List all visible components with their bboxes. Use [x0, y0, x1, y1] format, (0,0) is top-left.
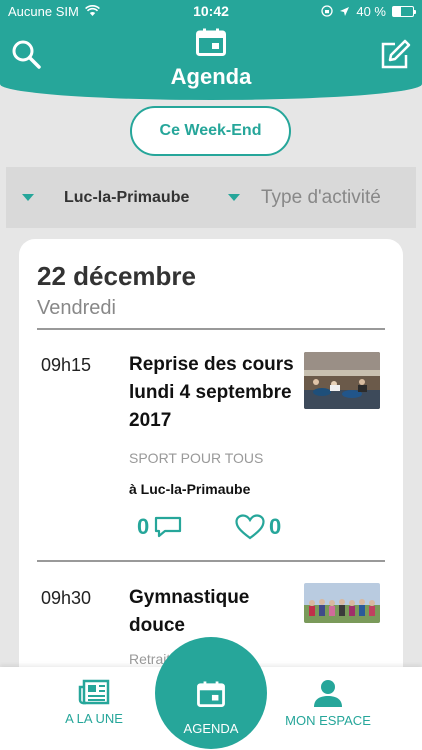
- activity-type-placeholder: Type d'activité: [261, 186, 381, 208]
- calendar-icon: [197, 681, 225, 707]
- event-time: 09h15: [41, 355, 92, 375]
- location-arrow-icon: [340, 6, 350, 16]
- status-bar: Aucune SIM 10:42 40 %: [0, 0, 422, 22]
- rotation-lock-icon: [321, 5, 334, 17]
- filter-bar: Luc-la-Primaube Type d'activité: [6, 167, 416, 228]
- event-thumbnail: [304, 352, 380, 409]
- nav-tab-agenda[interactable]: AGENDA: [155, 637, 267, 749]
- nav-tab-news[interactable]: A LA UNE: [56, 667, 132, 750]
- event-title: Reprise des cours lundi 4 septembre 2017: [129, 354, 294, 431]
- nav-label-news: A LA UNE: [65, 711, 123, 726]
- newspaper-icon: [78, 679, 110, 705]
- activity-type-filter[interactable]: Type d'activité: [228, 167, 381, 228]
- battery-level: [393, 6, 401, 16]
- like-counter[interactable]: 0: [235, 514, 281, 540]
- comment-icon: [155, 516, 182, 538]
- page-title: Agenda: [170, 64, 252, 89]
- carrier-label: Aucune SIM: [8, 3, 79, 19]
- edit-icon: [381, 39, 411, 69]
- battery-icon: [392, 5, 416, 17]
- event-location: à Luc-la-Primaube: [129, 481, 251, 497]
- divider: [37, 328, 385, 330]
- comment-count: 0: [137, 514, 150, 539]
- event-title: Gymnastique douce: [129, 587, 250, 636]
- divider: [37, 560, 385, 562]
- nav-label-agenda: AGENDA: [183, 721, 239, 736]
- event-time: 09h30: [41, 588, 92, 608]
- day-date: 22 décembre: [37, 261, 196, 291]
- event-thumbnail: [304, 583, 380, 623]
- status-left: Aucune SIM: [8, 4, 100, 19]
- header: Agenda: [0, 22, 422, 100]
- user-icon: [314, 680, 342, 707]
- weekend-filter-button[interactable]: Ce Week-End: [130, 106, 291, 156]
- location-filter-label: Luc-la-Primaube: [64, 188, 190, 206]
- nav-label-account: MON ESPACE: [285, 713, 371, 728]
- location-filter[interactable]: Luc-la-Primaube: [22, 167, 189, 228]
- wifi-icon: [84, 5, 100, 16]
- like-count: 0: [269, 514, 282, 539]
- battery-percent: 40 %: [356, 3, 386, 19]
- heart-icon: [235, 514, 265, 540]
- calendar-icon: [196, 28, 226, 56]
- day-weekday: Vendredi: [37, 297, 116, 319]
- chevron-down-icon: [22, 194, 34, 201]
- status-right: 40 %: [321, 3, 416, 19]
- nav-tab-account[interactable]: MON ESPACE: [280, 667, 376, 750]
- compose-button[interactable]: [378, 38, 412, 72]
- event-category: SPORT POUR TOUS: [129, 450, 264, 466]
- chevron-down-icon: [228, 194, 240, 201]
- comment-counter[interactable]: 0: [137, 514, 183, 540]
